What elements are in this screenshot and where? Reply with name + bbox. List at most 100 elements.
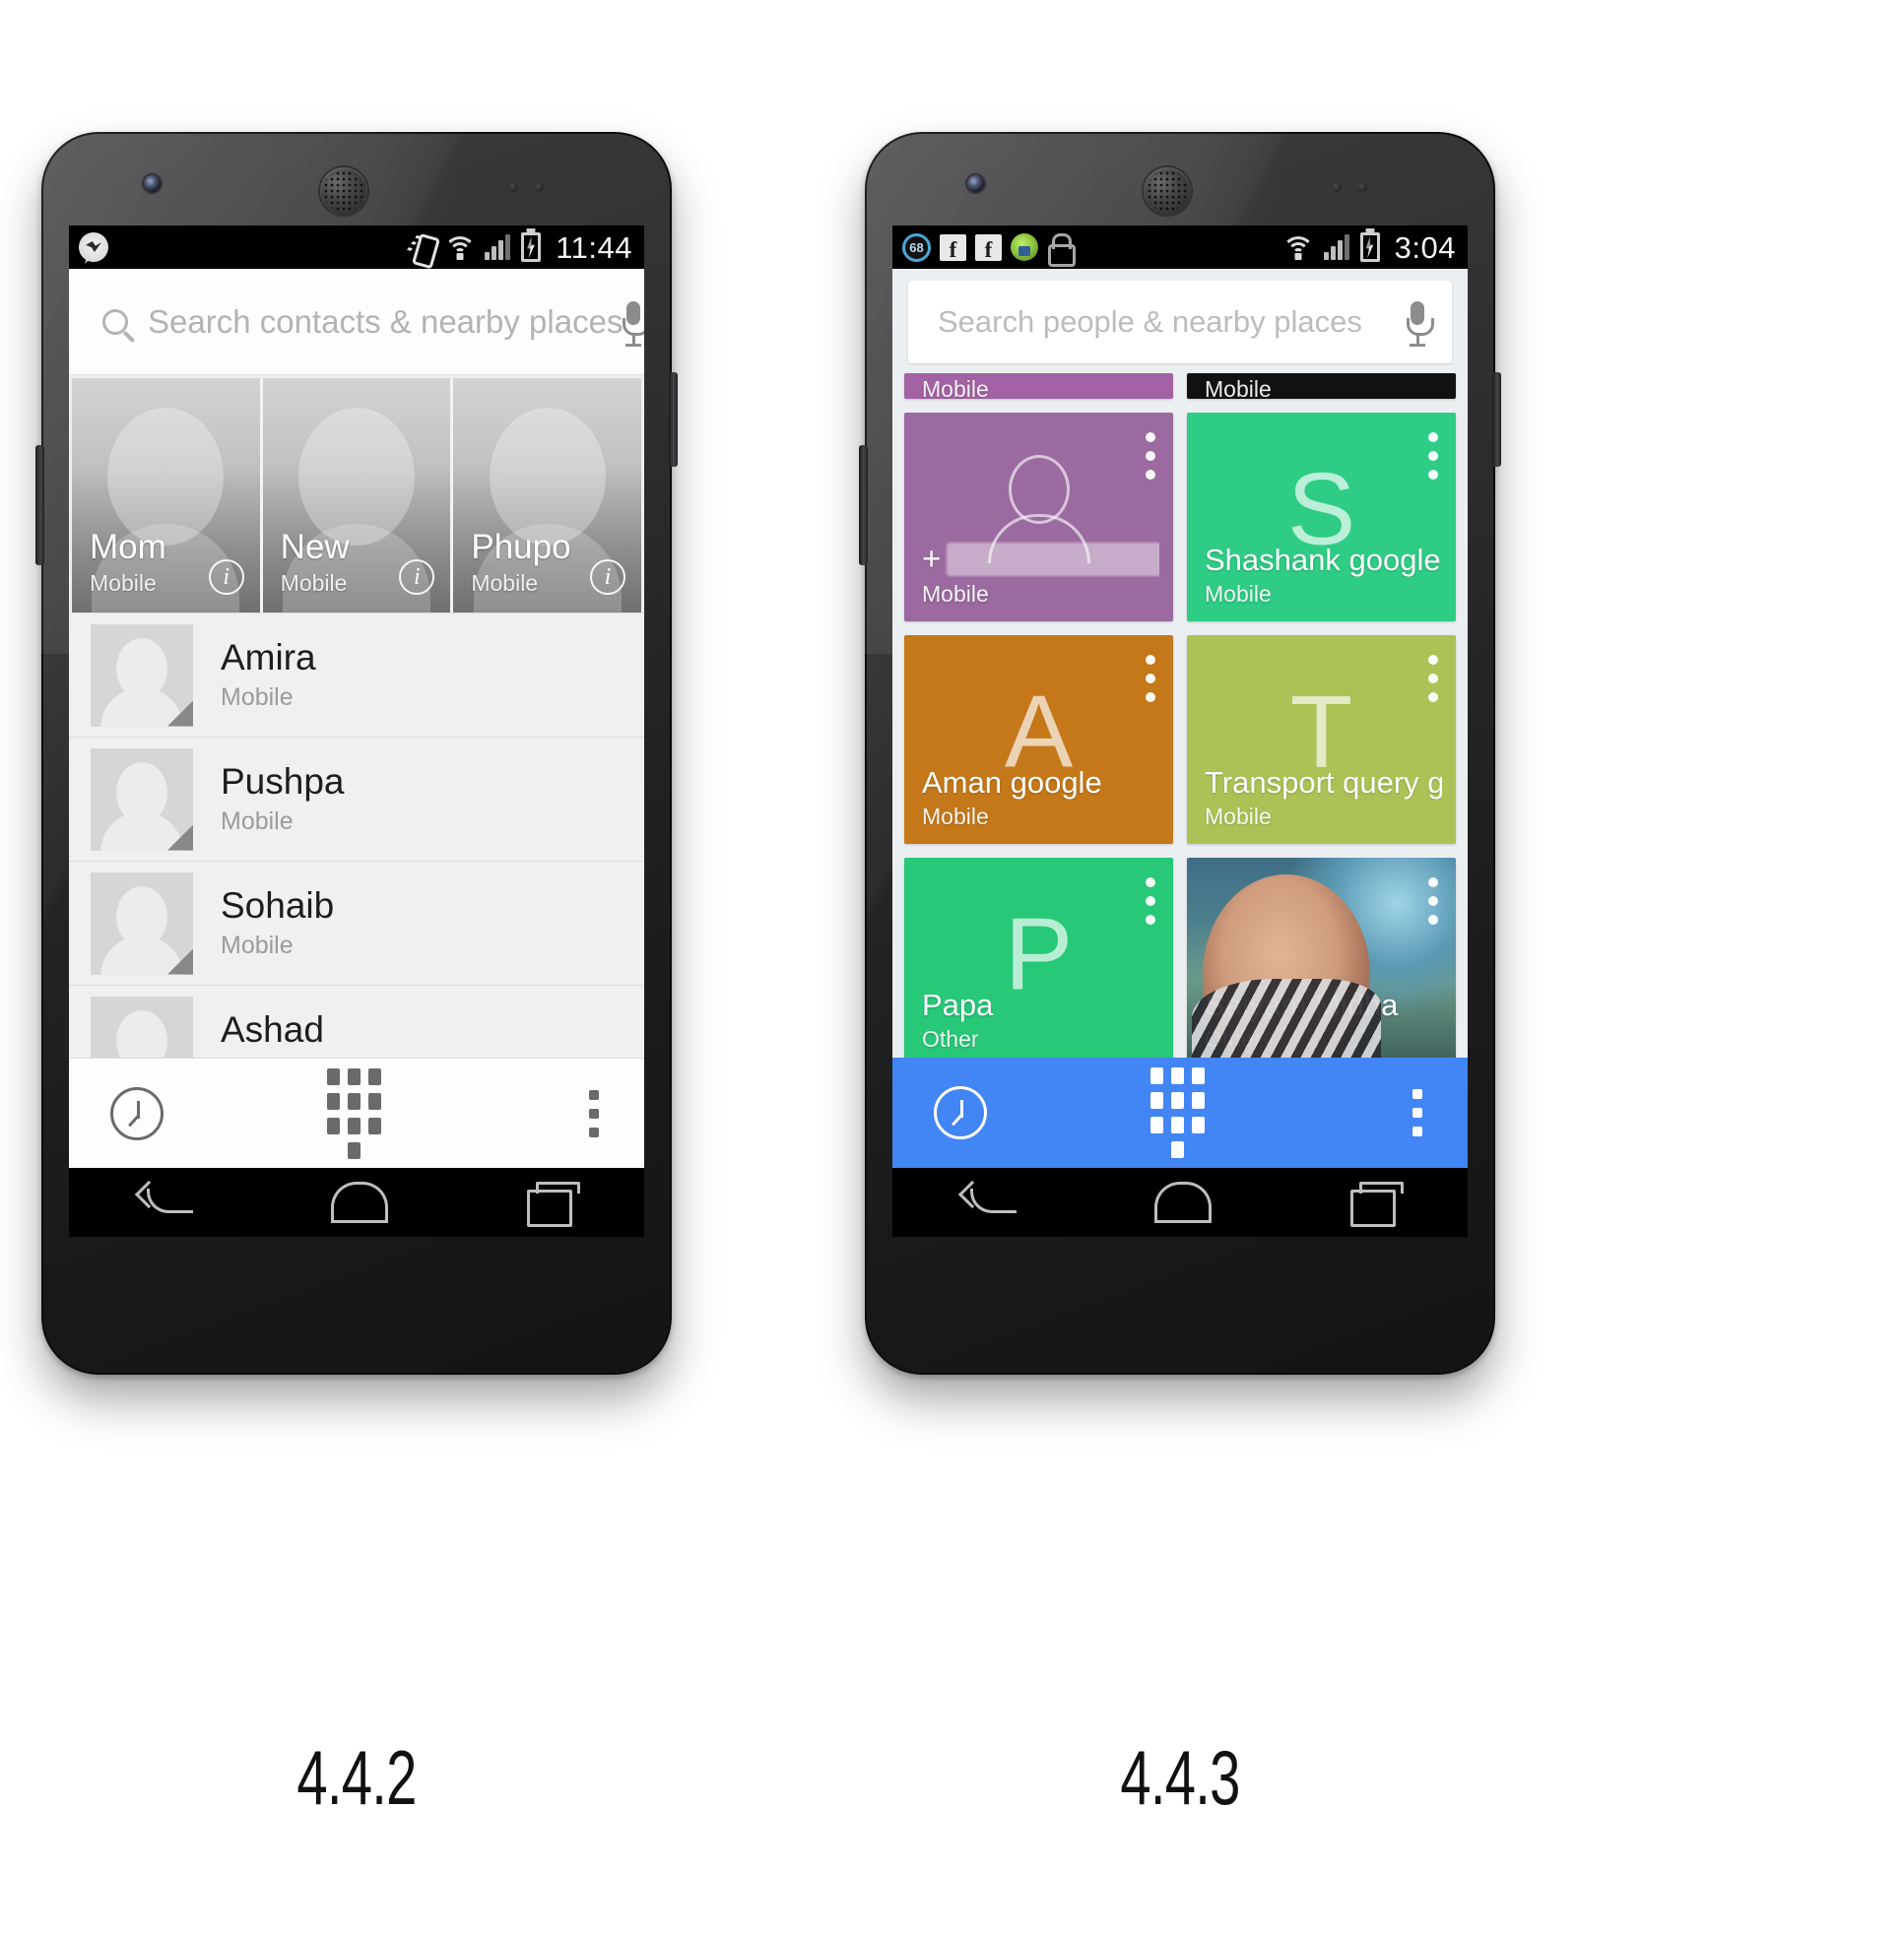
card-name: Saiyam Midha — [1205, 988, 1399, 1022]
tab-dialpad[interactable] — [1096, 1058, 1259, 1168]
card-type: Mobile — [1205, 581, 1272, 607]
statusbar-left: 11:44 — [69, 226, 644, 269]
favorite-tile[interactable]: New Mobile i — [262, 378, 454, 613]
statusbar-right-notifications: 68 f f — [902, 226, 1076, 269]
plus-prefix: + — [922, 541, 942, 577]
partial-row-top: Mobile Mobile — [904, 373, 1456, 399]
recents-clock-icon — [934, 1086, 987, 1139]
tab-dialpad[interactable] — [273, 1059, 435, 1168]
volume-button-right[interactable] — [859, 445, 868, 565]
favorite-tile[interactable]: Phupo Mobile i — [453, 378, 642, 613]
microphone-icon[interactable] — [1407, 301, 1434, 347]
favorite-name: Phupo — [471, 528, 571, 567]
statusbar-left-notifications — [79, 226, 108, 269]
power-button-left[interactable] — [669, 372, 678, 467]
card-type: Mobile — [922, 581, 989, 607]
phone-left: 11:44 Search contacts & nearby places Mo… — [35, 132, 678, 1375]
search-bar-right[interactable]: Search people & nearby places — [908, 281, 1452, 363]
screen-left[interactable]: 11:44 Search contacts & nearby places Mo… — [69, 226, 644, 1237]
favorite-meta: Mom Mobile — [90, 528, 166, 597]
facebook-icon: f — [975, 233, 1002, 261]
contact-name: Sohaib — [221, 884, 335, 926]
card-label: Papa Other — [922, 989, 1159, 1053]
recents-icon[interactable] — [1350, 1182, 1405, 1227]
overflow-menu-icon — [1412, 1089, 1422, 1136]
tab-recents[interactable] — [69, 1059, 273, 1168]
contact-card[interactable]: + Mobile — [904, 413, 1173, 621]
info-icon[interactable]: i — [208, 559, 244, 595]
wifi-icon — [443, 234, 477, 260]
grid-row: A Aman google Mobile T Transport query g… — [904, 635, 1456, 844]
contact-name: Ashad — [221, 1008, 324, 1050]
list-item[interactable]: Pushpa Mobile — [69, 738, 644, 862]
card-overflow-icon[interactable] — [1146, 877, 1155, 925]
avatar — [91, 623, 193, 727]
tabbar-right — [892, 1058, 1468, 1168]
card-name: Papa — [922, 988, 994, 1022]
screen-right[interactable]: 68 f f 3:04 Search people & nearby place… — [892, 226, 1468, 1237]
proximity-sensor-left — [508, 182, 518, 192]
tabbar-left — [69, 1058, 644, 1168]
contact-card[interactable]: P Papa Other — [904, 858, 1173, 1066]
search-input[interactable]: Search people & nearby places — [938, 304, 1407, 340]
light-sensor-left — [534, 182, 544, 192]
search-bar-right-wrapper: Search people & nearby places — [892, 269, 1468, 373]
favorites-strip: Mom Mobile i New Mobile i Phupo Mobile i — [69, 375, 644, 613]
favorite-name: New — [280, 528, 350, 567]
tab-overflow[interactable] — [436, 1059, 644, 1168]
power-button-right[interactable] — [1492, 372, 1501, 467]
favorite-tile[interactable]: Mom Mobile i — [72, 378, 263, 613]
favorite-meta: New Mobile — [280, 528, 350, 597]
contact-card[interactable]: A Aman google Mobile — [904, 635, 1173, 844]
back-icon[interactable] — [139, 1183, 193, 1222]
card-label: Shashank google Mobile — [1205, 544, 1442, 608]
search-bar-left[interactable]: Search contacts & nearby places — [69, 269, 644, 375]
contact-card[interactable]: Saiyam Midha Other — [1187, 858, 1456, 1066]
volume-button-left[interactable] — [35, 445, 44, 565]
favorite-name: Mom — [90, 528, 166, 567]
messenger-icon — [79, 232, 108, 262]
android-icon — [1011, 233, 1038, 261]
navbar-left — [69, 1168, 644, 1237]
contact-meta: Pushpa Mobile — [221, 760, 345, 837]
contact-list: Amira Mobile Pushpa Mobile Sohaib Mobile… — [69, 613, 644, 1110]
contact-card[interactable]: T Transport query goo.. Mobile — [1187, 635, 1456, 844]
contact-card[interactable]: S Shashank google Mobile — [1187, 413, 1456, 621]
card-type: Mobile — [922, 804, 989, 829]
statusbar-left-system: 11:44 — [411, 226, 632, 269]
contact-card[interactable]: Mobile — [1187, 373, 1456, 399]
card-overflow-icon[interactable] — [1428, 432, 1438, 480]
card-name: Transport query goo.. — [1205, 765, 1442, 800]
contact-name: Pushpa — [221, 760, 345, 802]
info-icon[interactable]: i — [590, 559, 626, 595]
tab-recents[interactable] — [892, 1058, 1096, 1168]
favorite-type: Mobile — [90, 570, 157, 596]
battery-charging-icon — [521, 232, 542, 262]
card-type: Mobile — [1205, 804, 1272, 829]
home-icon[interactable] — [1153, 1182, 1212, 1223]
card-overflow-icon[interactable] — [1146, 432, 1155, 480]
card-overflow-icon[interactable] — [1146, 655, 1155, 702]
caption-right-version: 4.4.3 — [1120, 1734, 1240, 1821]
list-item[interactable]: Amira Mobile — [69, 613, 644, 738]
wifi-icon — [1281, 234, 1315, 260]
search-input[interactable]: Search contacts & nearby places — [148, 303, 623, 341]
proximity-sensor-right — [1332, 182, 1342, 192]
tab-overflow[interactable] — [1260, 1058, 1468, 1168]
home-icon[interactable] — [330, 1182, 388, 1223]
microphone-icon[interactable] — [623, 300, 644, 347]
card-overflow-icon[interactable] — [1428, 877, 1438, 925]
back-icon[interactable] — [962, 1183, 1017, 1222]
battery-charging-icon — [1359, 232, 1380, 262]
recents-clock-icon — [110, 1086, 164, 1140]
status-time: 11:44 — [556, 229, 632, 265]
redacted-name — [947, 542, 1159, 576]
recents-icon[interactable] — [527, 1182, 581, 1227]
contact-card[interactable]: Mobile — [904, 373, 1173, 399]
contact-type: Mobile — [221, 683, 294, 712]
card-overflow-icon[interactable] — [1428, 655, 1438, 702]
card-label: + Mobile — [922, 541, 1159, 608]
list-item[interactable]: Sohaib Mobile — [69, 862, 644, 986]
card-name: Shashank google — [1205, 543, 1441, 577]
badge-68-icon: 68 — [902, 232, 931, 262]
